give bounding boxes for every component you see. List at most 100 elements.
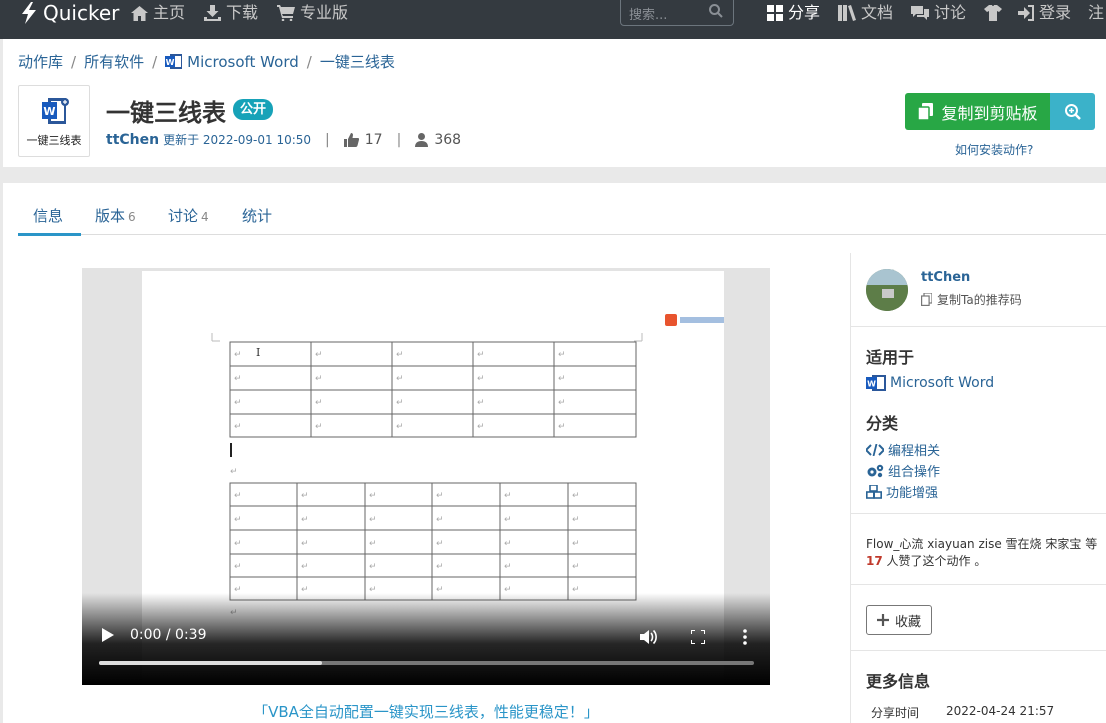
users-count: 368 [434, 131, 462, 148]
svg-text:↵: ↵ [301, 491, 309, 501]
favorite-label: 收藏 [894, 614, 921, 630]
code-icon [866, 443, 884, 456]
avatar[interactable] [866, 269, 908, 311]
brand-name: Quicker [43, 1, 120, 25]
nav-register[interactable]: 注 [1088, 0, 1104, 26]
tab-label: 版本 [95, 207, 126, 225]
nav-register-label: 注 [1088, 3, 1105, 22]
tab-versions[interactable]: 版本 6 [95, 205, 136, 226]
author-link[interactable]: ttChen [106, 132, 159, 148]
volume-icon[interactable] [640, 629, 658, 645]
applies-heading: 适用于 [866, 348, 915, 367]
svg-text:↵: ↵ [315, 398, 323, 408]
svg-text:↵: ↵ [234, 539, 242, 549]
category-programming[interactable]: 编程相关 [866, 440, 940, 459]
preview-button[interactable] [1050, 93, 1095, 130]
how-to-install-link[interactable]: 如何安装动作? [955, 141, 1033, 158]
svg-text:↵: ↵ [315, 350, 323, 360]
svg-text:↵: ↵ [396, 422, 404, 432]
nav-home[interactable]: 主页 [131, 0, 185, 26]
nav-pro-label: 专业版 [300, 3, 349, 22]
meta-divider: | [396, 131, 402, 148]
video-progress-track[interactable] [99, 661, 754, 665]
sidebar-author-link[interactable]: ttChen [921, 270, 970, 285]
svg-text:↵: ↵ [396, 374, 404, 384]
svg-text:↵: ↵ [234, 515, 242, 525]
nav-login-label: 登录 [1039, 3, 1072, 22]
svg-text:↵: ↵ [572, 491, 580, 501]
action-header: 动作库 / 所有软件 / W Microsoft Word / 一键三线表 W … [3, 39, 1106, 167]
top-navbar: Quicker 主页 下载 专业版 搜索... 分享 文档 讨论 登录 注 [0, 0, 1106, 39]
svg-text:↵: ↵ [396, 350, 404, 360]
svg-text:↵: ↵ [572, 562, 580, 572]
tab-label: 信息 [33, 207, 64, 225]
tab-info[interactable]: 信息 [18, 205, 81, 236]
svg-text:↵: ↵ [436, 539, 444, 549]
nav-download-label: 下载 [226, 3, 259, 22]
applies-app-link[interactable]: W Microsoft Word [866, 374, 994, 392]
svg-text:↵: ↵ [369, 491, 377, 501]
svg-text:↵: ↵ [436, 491, 444, 501]
action-meta: ttChen 更新于 2022-09-01 10:50 | 17 | 368 [106, 131, 461, 148]
cubes-icon [866, 484, 882, 499]
svg-text:↵: ↵ [504, 515, 512, 525]
nav-download[interactable]: 下载 [204, 0, 258, 26]
svg-text:↵: ↵ [234, 350, 242, 360]
svg-text:I: I [256, 346, 260, 359]
search-icon[interactable] [709, 4, 723, 18]
category-enhance[interactable]: 功能增强 [866, 482, 938, 501]
breadcrumb-current[interactable]: 一键三线表 [320, 51, 395, 72]
play-icon[interactable] [102, 628, 114, 642]
tab-stats[interactable]: 统计 [242, 205, 272, 226]
thumbs-up-icon[interactable] [343, 132, 359, 147]
nav-docs[interactable]: 文档 [838, 0, 893, 26]
sidebar: ttChen 复制Ta的推荐码 适用于 W Microsoft Word 分类 … [850, 253, 1106, 723]
more-options-icon[interactable] [743, 629, 747, 645]
share-time-value: 2022-04-24 21:57 [946, 704, 1055, 718]
breadcrumb-action-library[interactable]: 动作库 [18, 51, 63, 72]
svg-text:↵: ↵ [234, 491, 242, 501]
comments-icon [911, 6, 929, 20]
copy-button-label: 复制到剪贴板 [941, 103, 1038, 123]
search-input[interactable]: 搜索... [620, 0, 734, 26]
svg-text:W: W [43, 105, 55, 118]
favorite-button[interactable]: 收藏 [866, 605, 932, 635]
divider [851, 650, 1106, 651]
fullscreen-icon[interactable] [691, 630, 705, 644]
copy-ref-code-button[interactable]: 复制Ta的推荐码 [921, 291, 1022, 308]
svg-text:↵: ↵ [315, 374, 323, 384]
breadcrumb-microsoft-word[interactable]: Microsoft Word [187, 53, 299, 71]
nav-share[interactable]: 分享 [767, 0, 820, 26]
svg-text:↵: ↵ [230, 467, 238, 477]
nav-discuss[interactable]: 讨论 [911, 0, 966, 26]
search-placeholder: 搜索... [629, 8, 668, 23]
svg-text:↵: ↵ [396, 398, 404, 408]
tab-discussion[interactable]: 讨论 4 [168, 205, 209, 226]
video-caption: 「VBA全自动配置一键实现三线表，性能更稳定！」 [253, 703, 599, 721]
video-controls: 0:00 / 0:39 [82, 593, 770, 685]
nav-pro[interactable]: 专业版 [277, 0, 348, 26]
user-icon [415, 132, 429, 147]
divider [851, 513, 1106, 514]
likers-count: 17 [866, 554, 883, 568]
nav-login[interactable]: 登录 [1018, 0, 1071, 26]
likes-count: 17 [364, 131, 383, 148]
svg-text:↵: ↵ [436, 515, 444, 525]
meta-divider: | [325, 131, 330, 148]
copy-to-clipboard-button[interactable]: 复制到剪贴板 [905, 93, 1051, 130]
svg-text:↵: ↵ [369, 539, 377, 549]
brand-link[interactable]: Quicker [20, 0, 119, 26]
book-icon [838, 5, 856, 21]
sign-in-icon [1018, 5, 1034, 21]
svg-text:↵: ↵ [301, 515, 309, 525]
plus-icon [876, 614, 889, 626]
breadcrumb-all-software[interactable]: 所有软件 [84, 51, 144, 72]
svg-text:↵: ↵ [234, 374, 242, 384]
likers-names[interactable]: Flow_心流 xiayuan zise 雪在烧 宋家宝 等 [866, 537, 1097, 551]
nav-tshirt[interactable] [984, 0, 1007, 26]
svg-text:↵: ↵ [234, 398, 242, 408]
svg-text:↵: ↵ [477, 374, 485, 384]
category-combo[interactable]: 组合操作 [866, 461, 940, 480]
video-player[interactable]: ↵ ↵ ↵ ↵ ↵ ↵ ↵ ↵ ↵ ↵ ↵ ↵ ↵ ↵ ↵ ↵ ↵ ↵ ↵ ↵ ↵ ↵ ↵ ↵ ↵ ↵ ↵ ↵ ↵ ↵ ↵ ↵ ↵ … [82, 268, 770, 685]
svg-text:↵: ↵ [572, 515, 580, 525]
